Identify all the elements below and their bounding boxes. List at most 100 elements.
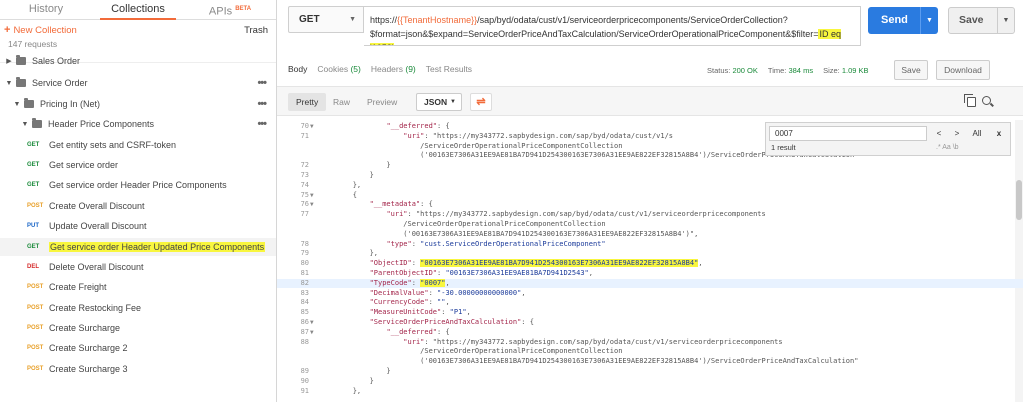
code-text: "__deferred": {: [386, 122, 450, 130]
request-item[interactable]: GET Get service order: [0, 156, 276, 174]
find-prev-button[interactable]: <: [932, 126, 946, 141]
request-label: Get service order Header Updated Price C…: [49, 242, 266, 252]
more-options-icon[interactable]: •••: [257, 118, 267, 130]
tab-test-results[interactable]: Test Results: [426, 64, 472, 80]
line-number: 76: [300, 200, 309, 209]
close-icon[interactable]: x: [992, 126, 1006, 141]
request-label: Create Surcharge 2: [49, 343, 128, 353]
wrap-lines-icon[interactable]: ⇌: [470, 93, 492, 111]
size-label: Size:: [823, 66, 840, 75]
format-select[interactable]: JSON ▼: [416, 93, 462, 111]
code-text: ('00163E7306A31EE9AE81BA7D941D254300163E…: [319, 229, 699, 238]
request-label: Create Restocking Fee: [49, 303, 142, 313]
request-label: Create Surcharge 3: [49, 364, 128, 374]
more-options-icon[interactable]: •••: [257, 77, 267, 89]
new-collection-button[interactable]: + New Collection: [4, 24, 77, 36]
request-item[interactable]: POST Create Surcharge 3: [0, 360, 276, 378]
request-item[interactable]: POST Create Freight: [0, 278, 276, 296]
tab-apis[interactable]: APIs BETA: [184, 0, 276, 19]
folder-item[interactable]: ▼ Header Price Components •••: [0, 115, 276, 133]
request-item[interactable]: POST Create Overall Discount: [0, 197, 276, 215]
code-line: 76 ▼ "__metadata": {: [277, 200, 1023, 210]
tab-headers[interactable]: Headers (9): [371, 64, 416, 80]
method-select[interactable]: GET ▼: [288, 6, 364, 33]
folder-item[interactable]: ▼ Service Order •••: [0, 74, 276, 92]
fold-icon[interactable]: ▼: [310, 191, 314, 201]
copy-icon[interactable]: [964, 94, 976, 107]
folder-label: Service Order: [32, 78, 88, 88]
code-line: 83 "DecimalValue": "-30.00000000000000",: [277, 289, 1023, 299]
view-preview[interactable]: Preview: [359, 93, 405, 111]
code-text: ('00163E7306A31EE9AE81BA7D941D254300163E…: [319, 357, 859, 366]
code-line: 74 },: [277, 181, 1023, 191]
view-pretty[interactable]: Pretty: [288, 93, 327, 111]
caret-right-icon[interactable]: ▶: [4, 57, 14, 65]
find-result: 1 result: [771, 143, 796, 152]
code-text: }: [319, 367, 391, 375]
request-item[interactable]: POST Create Surcharge: [0, 319, 276, 337]
fold-icon[interactable]: ▼: [310, 318, 314, 328]
tab-body[interactable]: Body: [288, 64, 307, 80]
request-item[interactable]: GET Get entity sets and CSRF-token: [0, 136, 276, 154]
url-query: $format=json&$expand=ServiceOrderPriceAn…: [370, 29, 819, 39]
folder-item[interactable]: ▼ Pricing In (Net) •••: [0, 95, 276, 113]
tab-collections[interactable]: Collections: [92, 0, 184, 20]
tab-history-label: History: [28, 3, 64, 15]
folder-label: Header Price Components: [48, 119, 155, 129]
save-button[interactable]: Save ▼: [948, 7, 1015, 34]
save-response-button[interactable]: Save: [894, 60, 928, 80]
send-button[interactable]: Send ▼: [868, 7, 938, 34]
code-text: "uri": "https://my343772.sapbydesign.com…: [403, 337, 783, 346]
caret-down-icon[interactable]: ▼: [20, 121, 30, 128]
code-line: 75 ▼ {: [277, 191, 1023, 201]
code-text: "TypeCode": "0007",: [369, 278, 450, 287]
find-options[interactable]: .* Aa \b: [936, 144, 959, 151]
url-input[interactable]: https://{{TenantHostname}}/sap/byd/odata…: [364, 6, 861, 46]
plus-icon: +: [4, 24, 11, 36]
code-line: 81 "ParentObjectID": "00163E7306A31EE9AE…: [277, 269, 1023, 279]
line-number: 70: [300, 122, 309, 130]
response-body[interactable]: 70 ▼ "__deferred": {71 "uri": "https://my…: [277, 120, 1023, 402]
view-raw[interactable]: Raw: [325, 93, 358, 111]
caret-down-icon[interactable]: ▼: [4, 80, 14, 87]
find-input[interactable]: 0007: [769, 126, 927, 141]
send-dropdown-icon[interactable]: ▼: [920, 7, 938, 34]
save-dropdown-icon[interactable]: ▼: [997, 8, 1014, 33]
code-line: 90 }: [277, 377, 1023, 387]
fold-icon[interactable]: ▼: [310, 328, 314, 338]
request-item[interactable]: GET Get service order Header Price Compon…: [0, 176, 276, 194]
tab-cookies[interactable]: Cookies (5): [317, 64, 360, 80]
method-badge: POST: [27, 345, 44, 351]
code-line: 80 "ObjectID": "00163E7306A31EE9AE81BA7D…: [277, 259, 1023, 269]
code-line: 89 }: [277, 367, 1023, 377]
request-item[interactable]: POST Create Restocking Fee: [0, 299, 276, 317]
code-text: "type": "cust.ServiceOrderOperationalPri…: [386, 239, 606, 248]
download-button[interactable]: Download: [936, 60, 990, 80]
code-text: "ObjectID": "00163E7306A31EE9AE81BA7D941…: [369, 259, 703, 268]
find-next-button[interactable]: >: [950, 126, 964, 141]
code-line: 77 "uri": "https://my343772.sapbydesign.…: [277, 210, 1023, 220]
more-options-icon[interactable]: •••: [257, 98, 267, 110]
code-text: "ServiceOrderPriceAndTaxCalculation": {: [369, 318, 534, 326]
caret-down-icon[interactable]: ▼: [12, 101, 22, 108]
size-value: 1.09 KB: [841, 66, 869, 75]
code-line: ('00163E7306A31EE9AE81BA7D941D254300163E…: [277, 230, 1023, 240]
request-label: Get service order Header Price Component…: [49, 180, 227, 190]
code-text: "MeasureUnitCode": "P1",: [369, 308, 471, 317]
fold-icon[interactable]: ▼: [310, 200, 314, 210]
request-item[interactable]: PUT Update Overall Discount: [0, 217, 276, 235]
chevron-down-icon: ▼: [450, 99, 456, 105]
find-all-button[interactable]: All: [968, 126, 986, 141]
trash-button[interactable]: Trash: [244, 25, 268, 36]
request-item[interactable]: DEL Delete Overall Discount: [0, 258, 276, 276]
fold-icon[interactable]: ▼: [310, 122, 314, 132]
request-item[interactable]: POST Create Surcharge 2: [0, 339, 276, 357]
sidebar-tabs: History Collections APIs BETA: [0, 0, 276, 20]
tab-history[interactable]: History: [0, 0, 92, 19]
code-line: 82 "TypeCode": "0007",: [277, 278, 1023, 289]
send-label: Send: [881, 14, 908, 26]
search-icon[interactable]: [982, 96, 991, 105]
folder-icon: [16, 77, 26, 87]
request-item[interactable]: GET Get service order Header Updated Pric…: [0, 238, 276, 256]
folder-item[interactable]: ▶ Sales Order: [0, 52, 276, 70]
